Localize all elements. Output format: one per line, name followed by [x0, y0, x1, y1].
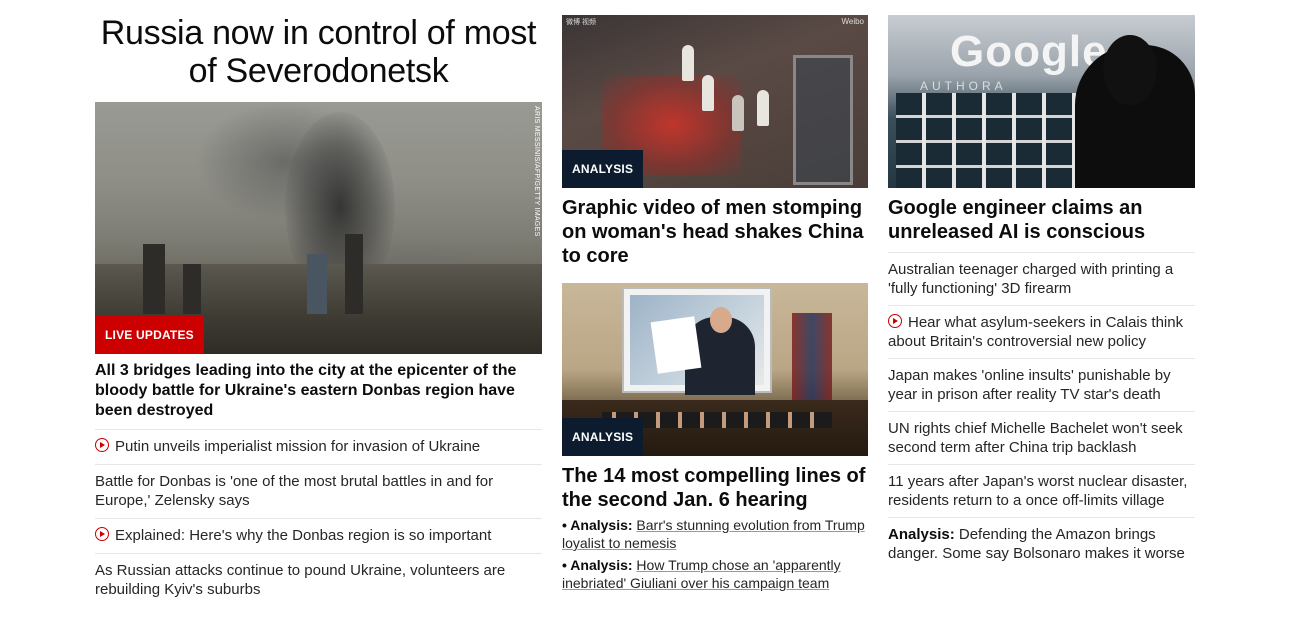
list-item-text: Australian teenager charged with printin…	[888, 261, 1174, 297]
list-item[interactable]: UN rights chief Michelle Bachelet won't …	[888, 411, 1195, 464]
second-column: 微博 视频 Weibo ANALYSIS Graphic video of me…	[562, 0, 868, 592]
list-item[interactable]: Japan makes 'online insults' punishable …	[888, 358, 1195, 411]
list-item[interactable]: As Russian attacks continue to pound Ukr…	[95, 553, 542, 607]
list-item[interactable]: Australian teenager charged with printin…	[888, 252, 1195, 305]
story-headline[interactable]: Google engineer claims an unreleased AI …	[888, 196, 1195, 244]
sign-subtext: AUTHORA	[920, 79, 1007, 93]
person-silhouette-head	[1103, 35, 1157, 105]
list-item[interactable]: Putin unveils imperialist mission for in…	[95, 429, 542, 464]
headline-list: Australian teenager charged with printin…	[888, 252, 1195, 570]
watermark: Weibo	[841, 17, 864, 26]
person	[682, 45, 694, 81]
analysis-prefix: Analysis:	[888, 526, 955, 543]
story-headline[interactable]: The 14 most compelling lines of the seco…	[562, 464, 868, 512]
list-item-text: Battle for Donbas is 'one of the most br…	[95, 473, 494, 509]
person	[702, 75, 714, 111]
hearing-image[interactable]: ANALYSIS	[562, 283, 868, 456]
analysis-badge[interactable]: ANALYSIS	[562, 418, 644, 456]
story-headline[interactable]: Graphic video of men stomping on woman's…	[562, 196, 868, 268]
story-block: ANALYSIS The 14 most compelling lines of…	[562, 283, 868, 592]
list-item[interactable]: Analysis: Defending the Amazon brings da…	[888, 517, 1195, 570]
bullet-prefix: • Analysis:	[562, 557, 633, 573]
bullet-link[interactable]: • Analysis: How Trump chose an 'apparent…	[562, 556, 868, 592]
china-video-image[interactable]: 微博 视频 Weibo ANALYSIS	[562, 15, 868, 188]
list-item[interactable]: Hear what asylum-seekers in Calais think…	[888, 305, 1195, 358]
building	[345, 234, 363, 314]
lead-headline[interactable]: Russia now in control of most of Severod…	[95, 14, 542, 90]
image-credit: ARIS MESSINIS/AFP/GETTY IMAGES	[533, 106, 540, 237]
projection-screen	[622, 287, 772, 395]
google-image[interactable]: Google AUTHORA	[888, 15, 1195, 188]
building	[307, 254, 327, 314]
flags	[792, 313, 832, 403]
play-video-icon	[95, 527, 109, 541]
related-links-list: Putin unveils imperialist mission for in…	[95, 429, 542, 607]
person	[732, 95, 744, 131]
google-sign: Google	[950, 27, 1108, 76]
list-item[interactable]: Explained: Here's why the Donbas region …	[95, 518, 542, 553]
analysis-badge[interactable]: ANALYSIS	[562, 150, 644, 188]
list-item[interactable]: Battle for Donbas is 'one of the most br…	[95, 464, 542, 518]
glass-door	[793, 55, 853, 185]
play-video-icon	[888, 314, 902, 328]
lead-story-image[interactable]: ARIS MESSINIS/AFP/GETTY IMAGES LIVE UPDA…	[95, 102, 542, 354]
list-item[interactable]: 11 years after Japan's worst nuclear dis…	[888, 464, 1195, 517]
third-column: Google AUTHORA Google engineer claims an…	[888, 0, 1195, 570]
document-held	[650, 316, 702, 374]
bullet-prefix: • Analysis:	[562, 517, 633, 533]
building	[183, 264, 201, 314]
list-item-text: Hear what asylum-seekers in Calais think…	[888, 314, 1184, 350]
list-item-text: Japan makes 'online insults' punishable …	[888, 367, 1171, 403]
bullet-link[interactable]: • Analysis: Barr's stunning evolution fr…	[562, 516, 868, 552]
lead-subheadline[interactable]: All 3 bridges leading into the city at t…	[95, 361, 542, 421]
list-item-text: Explained: Here's why the Donbas region …	[115, 527, 492, 544]
lead-story-column: Russia now in control of most of Severod…	[95, 0, 542, 607]
live-updates-badge[interactable]: LIVE UPDATES	[95, 316, 204, 354]
person	[757, 90, 769, 126]
list-item-text: 11 years after Japan's worst nuclear dis…	[888, 473, 1188, 509]
list-item-text: As Russian attacks continue to pound Ukr…	[95, 562, 506, 598]
screen-content	[630, 295, 764, 395]
speaker-face	[710, 307, 732, 333]
building	[143, 244, 165, 314]
play-video-icon	[95, 438, 109, 452]
list-item-text: UN rights chief Michelle Bachelet won't …	[888, 420, 1183, 456]
watermark: 微博 视频	[566, 19, 596, 26]
list-item-text: Putin unveils imperialist mission for in…	[115, 438, 481, 455]
